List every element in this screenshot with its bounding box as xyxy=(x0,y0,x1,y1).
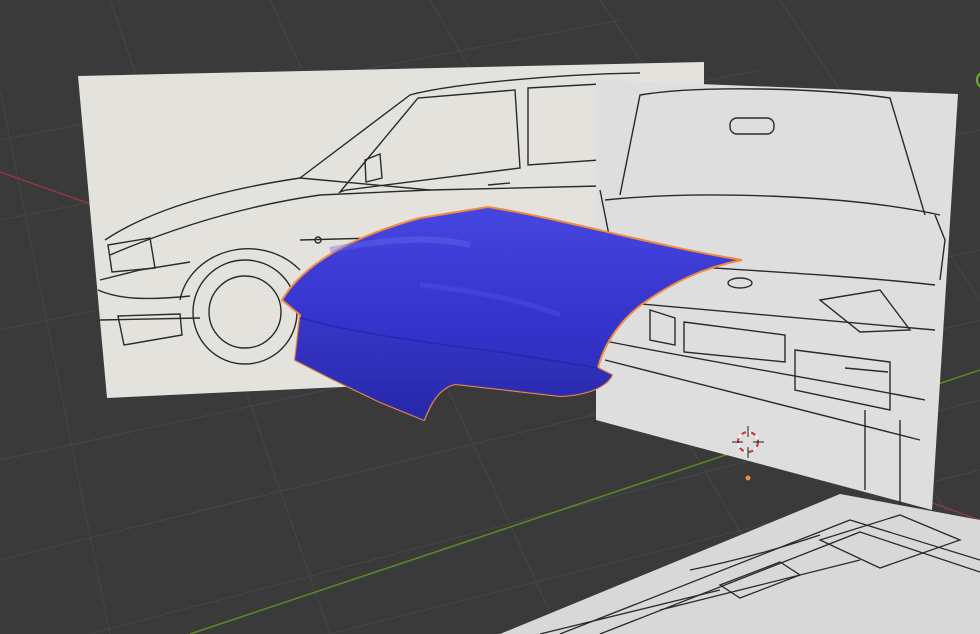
object-origin-dot xyxy=(745,475,751,481)
viewport-canvas[interactable] xyxy=(0,0,980,634)
top-reference-image[interactable] xyxy=(500,494,980,634)
3d-viewport[interactable] xyxy=(0,0,980,634)
